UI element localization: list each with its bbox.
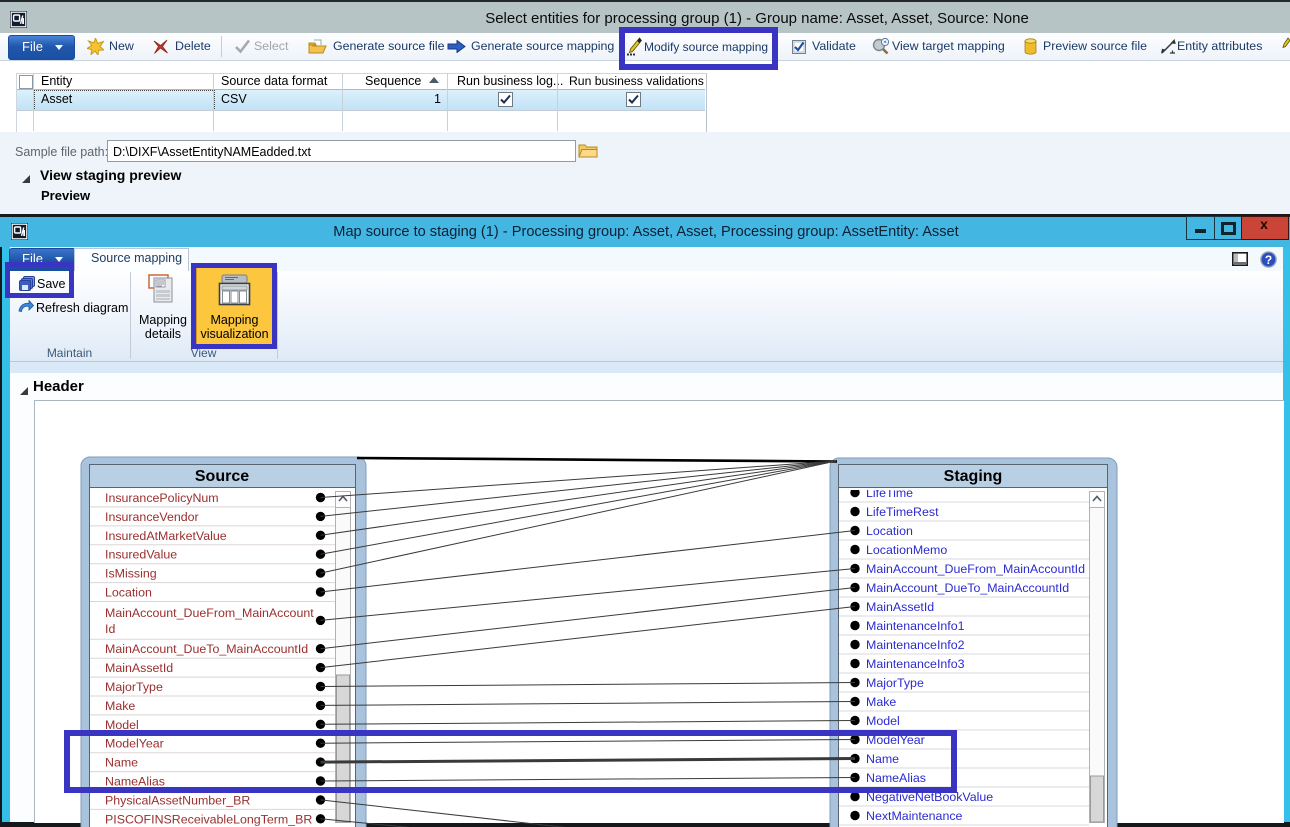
- svg-text:MainAssetId: MainAssetId: [105, 661, 173, 675]
- svg-text:InsurancePolicyNum: InsurancePolicyNum: [105, 491, 219, 505]
- svg-text:Source: Source: [195, 468, 249, 485]
- svg-text:MaintenanceInfo3: MaintenanceInfo3: [866, 657, 965, 671]
- svg-text:InsuredAtMarketValue: InsuredAtMarketValue: [105, 529, 227, 543]
- svg-text:Staging: Staging: [944, 468, 1003, 485]
- svg-text:Location: Location: [105, 586, 152, 600]
- svg-text:MainAccount_DueTo_MainAccountI: MainAccount_DueTo_MainAccountId: [866, 581, 1069, 595]
- svg-text:MajorType: MajorType: [105, 680, 163, 694]
- svg-text:MainAccount_DueTo_MainAccountI: MainAccount_DueTo_MainAccountId: [105, 642, 308, 656]
- svg-text:Make: Make: [105, 699, 135, 713]
- svg-text:IsMissing: IsMissing: [105, 567, 157, 581]
- svg-text:Id: Id: [105, 622, 115, 636]
- svg-text:MaintenanceInfo1: MaintenanceInfo1: [866, 619, 965, 633]
- svg-text:InsuranceVendor: InsuranceVendor: [105, 510, 199, 524]
- svg-text:LocationMemo: LocationMemo: [866, 543, 947, 557]
- svg-text:MajorType: MajorType: [866, 676, 924, 690]
- svg-text:LifeTimeRest: LifeTimeRest: [866, 505, 939, 519]
- svg-text:InsuredValue: InsuredValue: [105, 548, 177, 562]
- svg-text:Location: Location: [866, 524, 913, 538]
- svg-text:PhysicalAssetNumber_BR: PhysicalAssetNumber_BR: [105, 793, 250, 807]
- svg-text:MainAccount_DueFrom_MainAccoun: MainAccount_DueFrom_MainAccount: [105, 606, 314, 620]
- svg-text:Make: Make: [866, 695, 896, 709]
- svg-text:MainAssetId: MainAssetId: [866, 600, 934, 614]
- svg-text:Model: Model: [866, 714, 900, 728]
- svg-text:MaintenanceInfo2: MaintenanceInfo2: [866, 638, 965, 652]
- svg-text:PISCOFINSReceivableLongTerm_BR: PISCOFINSReceivableLongTerm_BR: [105, 812, 312, 826]
- svg-text:NextMaintenance: NextMaintenance: [866, 809, 963, 823]
- svg-text:MainAccount_DueFrom_MainAccoun: MainAccount_DueFrom_MainAccountId: [866, 562, 1085, 576]
